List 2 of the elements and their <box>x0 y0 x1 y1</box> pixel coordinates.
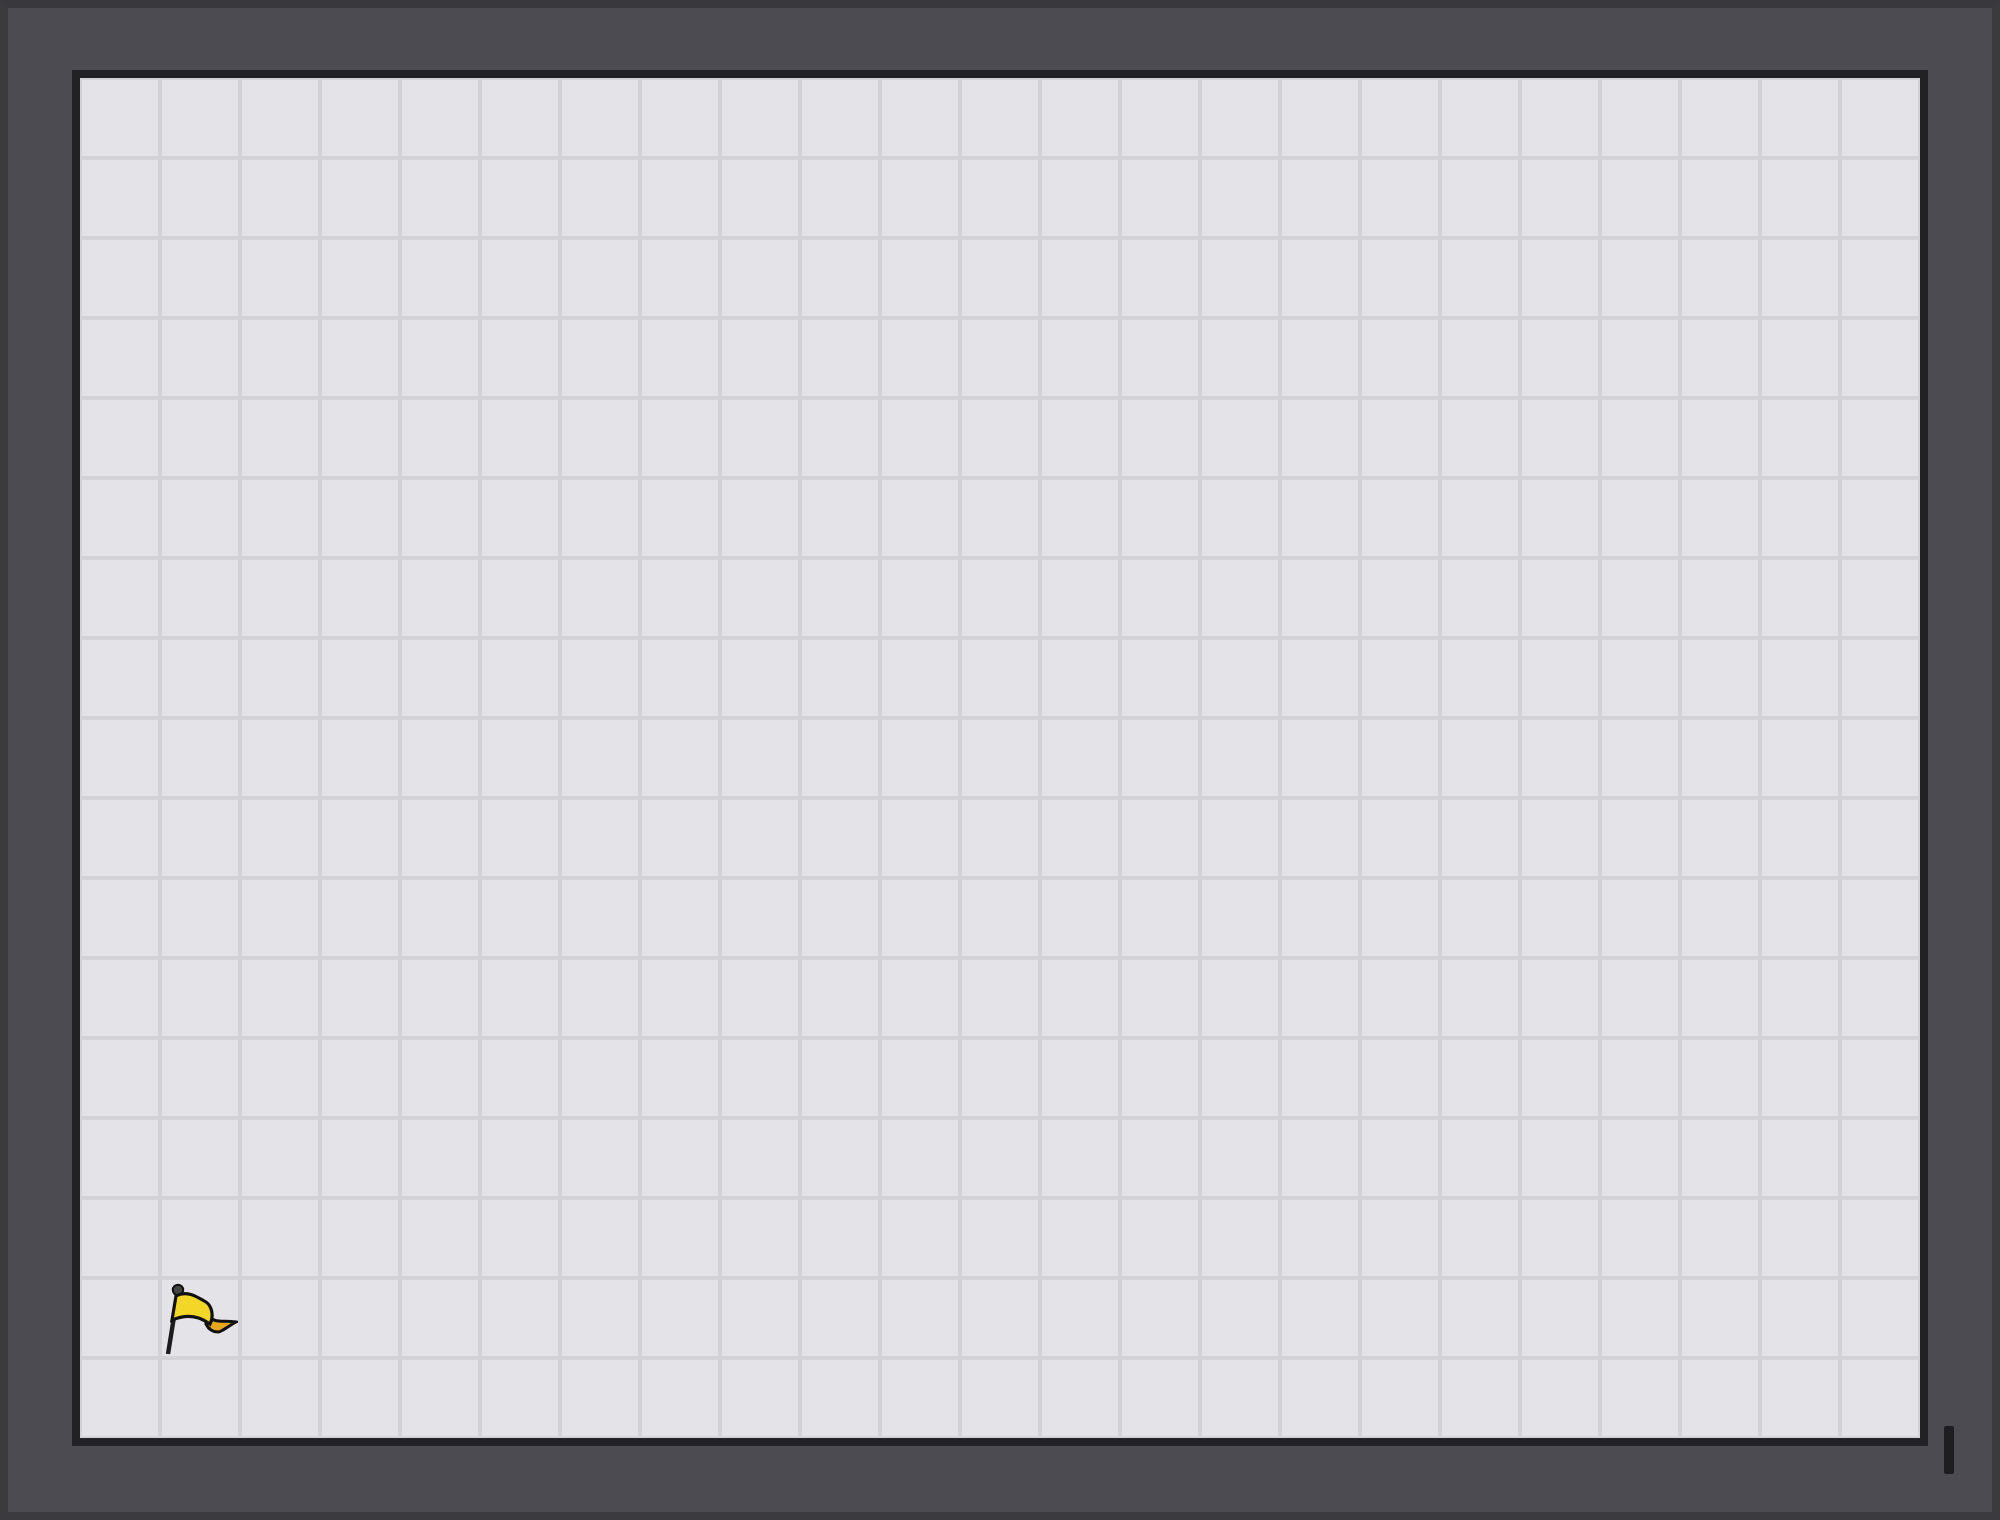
resize-handle[interactable] <box>1944 1426 1954 1474</box>
flag-icon <box>162 1280 238 1356</box>
